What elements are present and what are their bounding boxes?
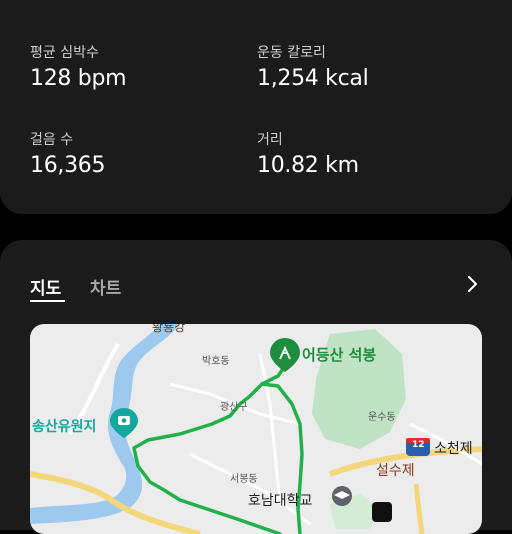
calories-value: 1,254 kcal	[257, 66, 369, 91]
chevron-right-icon[interactable]	[462, 274, 482, 294]
socheonje-label: 소천제	[434, 441, 473, 457]
tab-map[interactable]: 지도	[30, 274, 61, 299]
songsan-park-label[interactable]: 송산유원지	[32, 416, 96, 436]
highway-yellow-3	[413, 483, 425, 534]
distance-value: 10.82 km	[257, 153, 359, 178]
tab-active-indicator	[30, 300, 65, 302]
gwangsan-gu-label: 광산구	[220, 402, 248, 413]
seobong-dong-label: 서봉동	[230, 474, 258, 485]
honam-univ-label[interactable]: 호남대학교	[248, 490, 312, 510]
workout-stats-card	[0, 0, 512, 214]
bakho-dong-label: 박호동	[202, 356, 230, 367]
steps-label: 걸음 수	[30, 132, 74, 148]
seolsuje-label: 설수제	[376, 463, 415, 479]
map-marker-dark	[372, 502, 392, 522]
highway-yellow	[30, 471, 201, 534]
route-12-label: 12	[412, 440, 425, 450]
unsu-dong-label: 운수동	[368, 412, 396, 423]
stat-value-cutoff-left	[30, 0, 160, 4]
route-map[interactable]: 황룡강 박호동 어등산 석봉 광산구 운수동 송산유원지 12 소천제 설수제 …	[30, 324, 482, 534]
road-minor-2	[189, 452, 311, 526]
eodeungsan-label[interactable]: 어등산 석봉	[302, 344, 376, 365]
calories-label: 운동 칼로리	[257, 45, 326, 61]
university-icon	[332, 486, 352, 506]
avg-heart-rate-value: 128 bpm	[30, 66, 127, 91]
steps-value: 16,365	[30, 153, 106, 178]
avg-heart-rate-label: 평균 심박수	[30, 45, 99, 61]
tab-chart[interactable]: 차트	[90, 274, 121, 299]
river-top-label: 황룡강	[152, 324, 186, 334]
mountain-pin-icon	[270, 338, 300, 372]
distance-label: 거리	[257, 132, 283, 148]
